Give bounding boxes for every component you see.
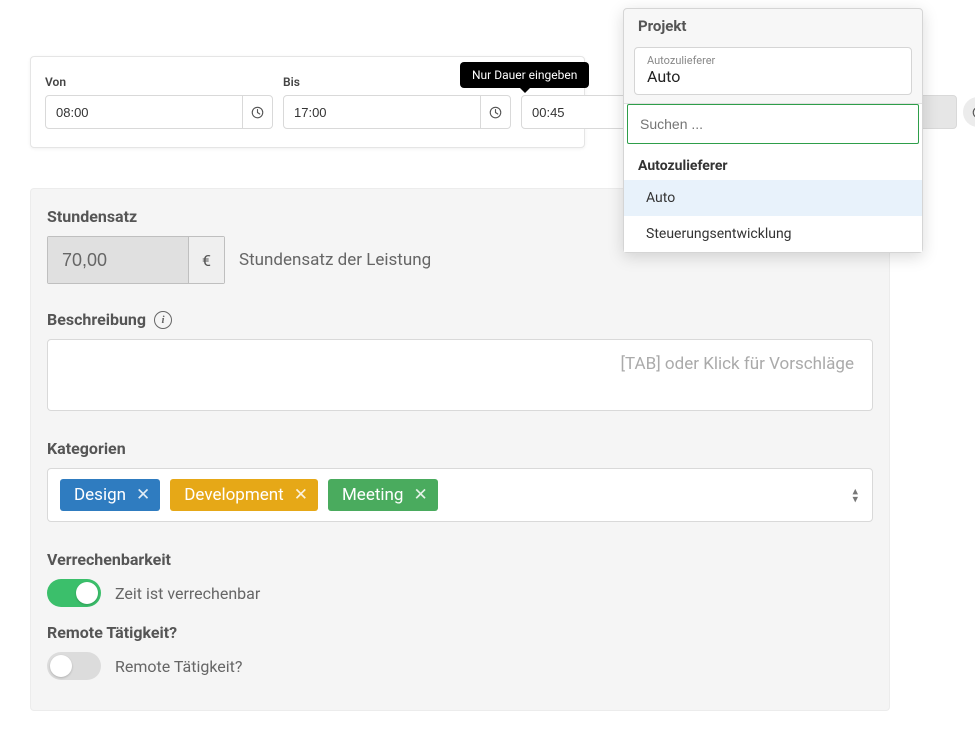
billable-row: Zeit ist verrechenbar (47, 579, 873, 607)
description-placeholder: [TAB] oder Klick für Vorschläge (621, 354, 854, 396)
clock-icon[interactable] (480, 96, 510, 128)
tag-meeting[interactable]: Meeting ✕ (328, 479, 438, 511)
von-column: Von (45, 75, 273, 129)
close-icon[interactable]: ✕ (294, 485, 308, 505)
billable-toggle[interactable] (47, 579, 101, 607)
clock-icon[interactable] (242, 96, 272, 128)
projekt-search-input[interactable] (640, 116, 906, 132)
description-label: Beschreibung i (47, 310, 873, 329)
projekt-search-wrap[interactable] (627, 104, 919, 144)
projekt-selected[interactable]: Autozulieferer Auto (634, 47, 912, 95)
duration-tooltip: Nur Dauer eingeben (460, 62, 589, 88)
tag-development[interactable]: Development ✕ (170, 479, 318, 511)
main-panel: Stundensatz € Stundensatz der Leistung B… (30, 188, 890, 711)
remote-text: Remote Tätigkeit? (115, 657, 242, 676)
remote-toggle[interactable] (47, 652, 101, 680)
chevron-updown-icon[interactable]: ▴▾ (852, 487, 858, 502)
projekt-header: Projekt (624, 9, 922, 43)
projekt-item-steuerung[interactable]: Steuerungsentwicklung (624, 216, 922, 252)
projekt-selected-name: Auto (647, 67, 899, 86)
bis-input-wrap[interactable] (283, 95, 511, 129)
remote-label: Remote Tätigkeit? (47, 623, 873, 642)
projekt-dropdown: Autozulieferer Auto Steuerungsentwicklun… (624, 103, 922, 252)
categories-field[interactable]: Design ✕ Development ✕ Meeting ✕ ▴▾ (47, 468, 873, 522)
projekt-group-label: Autozulieferer (624, 144, 922, 180)
von-input-wrap[interactable] (45, 95, 273, 129)
info-icon[interactable]: i (154, 311, 172, 329)
projekt-panel: Projekt Autozulieferer Auto Autozuliefer… (623, 8, 923, 253)
toggle-knob (50, 655, 72, 677)
tag-label: Meeting (342, 485, 404, 505)
toggle-knob (76, 582, 98, 604)
close-icon[interactable]: ✕ (136, 485, 150, 505)
description-field[interactable]: [TAB] oder Klick für Vorschläge (47, 339, 873, 411)
billable-text: Zeit ist verrechenbar (115, 584, 260, 603)
description-label-text: Beschreibung (47, 310, 146, 329)
tag-label: Design (74, 485, 126, 505)
rate-desc: Stundensatz der Leistung (239, 250, 431, 270)
tag-label: Development (184, 485, 283, 505)
rate-currency: € (188, 237, 224, 283)
billable-label: Verrechenbarkeit (47, 550, 873, 569)
duration-only-button[interactable] (963, 97, 975, 127)
categories-label: Kategorien (47, 439, 873, 458)
projekt-selected-group: Autozulieferer (647, 54, 899, 67)
von-input[interactable] (46, 96, 242, 128)
rate-input-group: € (47, 236, 225, 284)
rate-input[interactable] (48, 237, 188, 283)
close-icon[interactable]: ✕ (413, 485, 427, 505)
von-label: Von (45, 75, 273, 89)
bis-input[interactable] (284, 96, 480, 128)
remote-row: Remote Tätigkeit? (47, 652, 873, 680)
projekt-item-auto[interactable]: Auto (624, 180, 922, 216)
tag-design[interactable]: Design ✕ (60, 479, 160, 511)
